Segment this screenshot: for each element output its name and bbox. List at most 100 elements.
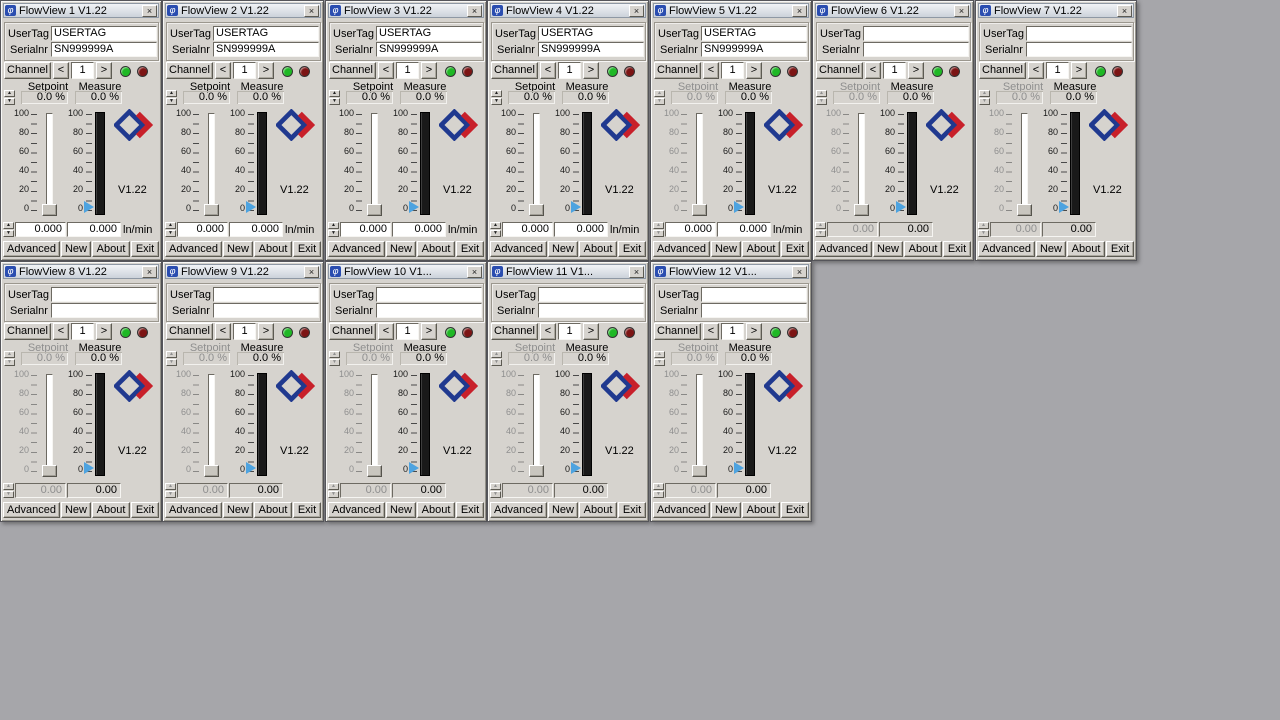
- spinner-down-icon[interactable]: ▼: [329, 359, 340, 366]
- channel-prev-button[interactable]: <: [53, 62, 69, 79]
- setpoint-value-field[interactable]: 0.00: [827, 222, 878, 237]
- setpoint-value-field[interactable]: 0.000: [340, 222, 391, 237]
- advanced-button[interactable]: Advanced: [490, 241, 547, 257]
- setpoint-percent-spinner[interactable]: ▲ ▼: [329, 351, 340, 366]
- exit-button[interactable]: Exit: [618, 502, 646, 518]
- setpoint-percent-spinner[interactable]: ▲ ▼: [491, 351, 502, 366]
- channel-number-field[interactable]: 1: [233, 323, 256, 340]
- setpoint-slider-track[interactable]: [533, 374, 540, 475]
- advanced-button[interactable]: Advanced: [653, 241, 710, 257]
- serialnr-input[interactable]: [376, 303, 482, 318]
- spinner-up-icon[interactable]: ▲: [328, 222, 339, 229]
- advanced-button[interactable]: Advanced: [653, 502, 710, 518]
- setpoint-slider-thumb[interactable]: [42, 204, 57, 216]
- channel-next-button[interactable]: >: [583, 323, 599, 340]
- setpoint-value-field[interactable]: 0.000: [665, 222, 716, 237]
- close-icon[interactable]: ×: [629, 265, 644, 278]
- new-button[interactable]: New: [386, 241, 416, 257]
- channel-prev-button[interactable]: <: [540, 62, 556, 79]
- close-icon[interactable]: ×: [142, 265, 157, 278]
- usertag-input[interactable]: [213, 287, 319, 302]
- setpoint-percent-spinner[interactable]: ▲ ▼: [816, 90, 827, 105]
- setpoint-percent-spinner[interactable]: ▲ ▼: [654, 90, 665, 105]
- setpoint-value-spinner[interactable]: ▲ ▼: [978, 222, 989, 237]
- channel-next-button[interactable]: >: [421, 62, 437, 79]
- spinner-up-icon[interactable]: ▲: [654, 90, 665, 97]
- usertag-input[interactable]: [376, 287, 482, 302]
- exit-button[interactable]: Exit: [618, 241, 646, 257]
- setpoint-value-spinner[interactable]: ▲ ▼: [490, 483, 501, 498]
- channel-number-field[interactable]: 1: [721, 323, 744, 340]
- serialnr-input[interactable]: SN999999A: [376, 42, 482, 57]
- setpoint-percent-spinner[interactable]: ▲ ▼: [329, 90, 340, 105]
- spinner-up-icon[interactable]: ▲: [329, 90, 340, 97]
- new-button[interactable]: New: [61, 502, 91, 518]
- setpoint-value-spinner[interactable]: ▲ ▼: [815, 222, 826, 237]
- channel-next-button[interactable]: >: [258, 62, 274, 79]
- new-button[interactable]: New: [223, 502, 253, 518]
- titlebar[interactable]: φ FlowView 2 V1.22 ×: [165, 3, 321, 18]
- exit-button[interactable]: Exit: [781, 502, 809, 518]
- channel-next-button[interactable]: >: [908, 62, 924, 79]
- spinner-up-icon[interactable]: ▲: [491, 351, 502, 358]
- setpoint-value-spinner[interactable]: ▲ ▼: [328, 483, 339, 498]
- spinner-down-icon[interactable]: ▼: [815, 230, 826, 237]
- setpoint-value-field[interactable]: 0.000: [502, 222, 553, 237]
- about-button[interactable]: About: [417, 502, 455, 518]
- spinner-down-icon[interactable]: ▼: [654, 359, 665, 366]
- advanced-button[interactable]: Advanced: [815, 241, 872, 257]
- setpoint-value-field[interactable]: 0.000: [15, 222, 66, 237]
- close-icon[interactable]: ×: [142, 4, 157, 17]
- channel-button[interactable]: Channel: [654, 62, 701, 79]
- serialnr-input[interactable]: [1026, 42, 1132, 57]
- channel-prev-button[interactable]: <: [378, 62, 394, 79]
- setpoint-value-field[interactable]: 0.00: [340, 483, 391, 498]
- spinner-up-icon[interactable]: ▲: [329, 351, 340, 358]
- about-button[interactable]: About: [904, 241, 942, 257]
- close-icon[interactable]: ×: [629, 4, 644, 17]
- spinner-up-icon[interactable]: ▲: [653, 483, 664, 490]
- spinner-up-icon[interactable]: ▲: [165, 483, 176, 490]
- serialnr-input[interactable]: [701, 303, 807, 318]
- setpoint-value-spinner[interactable]: ▲ ▼: [165, 222, 176, 237]
- setpoint-value-spinner[interactable]: ▲ ▼: [653, 483, 664, 498]
- setpoint-value-field[interactable]: 0.00: [177, 483, 228, 498]
- channel-number-field[interactable]: 1: [883, 62, 906, 79]
- channel-number-field[interactable]: 1: [233, 62, 256, 79]
- spinner-down-icon[interactable]: ▼: [328, 230, 339, 237]
- setpoint-slider-track[interactable]: [533, 113, 540, 214]
- channel-button[interactable]: Channel: [329, 62, 376, 79]
- channel-next-button[interactable]: >: [583, 62, 599, 79]
- setpoint-slider-track[interactable]: [696, 374, 703, 475]
- channel-prev-button[interactable]: <: [703, 323, 719, 340]
- spinner-down-icon[interactable]: ▼: [166, 98, 177, 105]
- about-button[interactable]: About: [1067, 241, 1105, 257]
- setpoint-value-field[interactable]: 0.00: [665, 483, 716, 498]
- close-icon[interactable]: ×: [1117, 4, 1132, 17]
- channel-number-field[interactable]: 1: [1046, 62, 1069, 79]
- usertag-input[interactable]: USERTAG: [213, 26, 319, 41]
- titlebar[interactable]: φ FlowView 12 V1... ×: [653, 264, 809, 279]
- new-button[interactable]: New: [711, 241, 741, 257]
- channel-button[interactable]: Channel: [4, 62, 51, 79]
- about-button[interactable]: About: [579, 502, 617, 518]
- about-button[interactable]: About: [92, 241, 130, 257]
- usertag-input[interactable]: [51, 287, 157, 302]
- close-icon[interactable]: ×: [792, 4, 807, 17]
- spinner-down-icon[interactable]: ▼: [3, 491, 14, 498]
- setpoint-slider-thumb[interactable]: [529, 204, 544, 216]
- channel-number-field[interactable]: 1: [721, 62, 744, 79]
- setpoint-value-field[interactable]: 0.000: [177, 222, 228, 237]
- advanced-button[interactable]: Advanced: [165, 502, 222, 518]
- new-button[interactable]: New: [386, 502, 416, 518]
- channel-next-button[interactable]: >: [421, 323, 437, 340]
- setpoint-slider-thumb[interactable]: [692, 204, 707, 216]
- titlebar[interactable]: φ FlowView 8 V1.22 ×: [3, 264, 159, 279]
- close-icon[interactable]: ×: [792, 265, 807, 278]
- setpoint-slider-thumb[interactable]: [1017, 204, 1032, 216]
- serialnr-input[interactable]: [538, 303, 644, 318]
- channel-button[interactable]: Channel: [166, 323, 213, 340]
- channel-number-field[interactable]: 1: [71, 62, 94, 79]
- about-button[interactable]: About: [742, 241, 780, 257]
- spinner-up-icon[interactable]: ▲: [815, 222, 826, 229]
